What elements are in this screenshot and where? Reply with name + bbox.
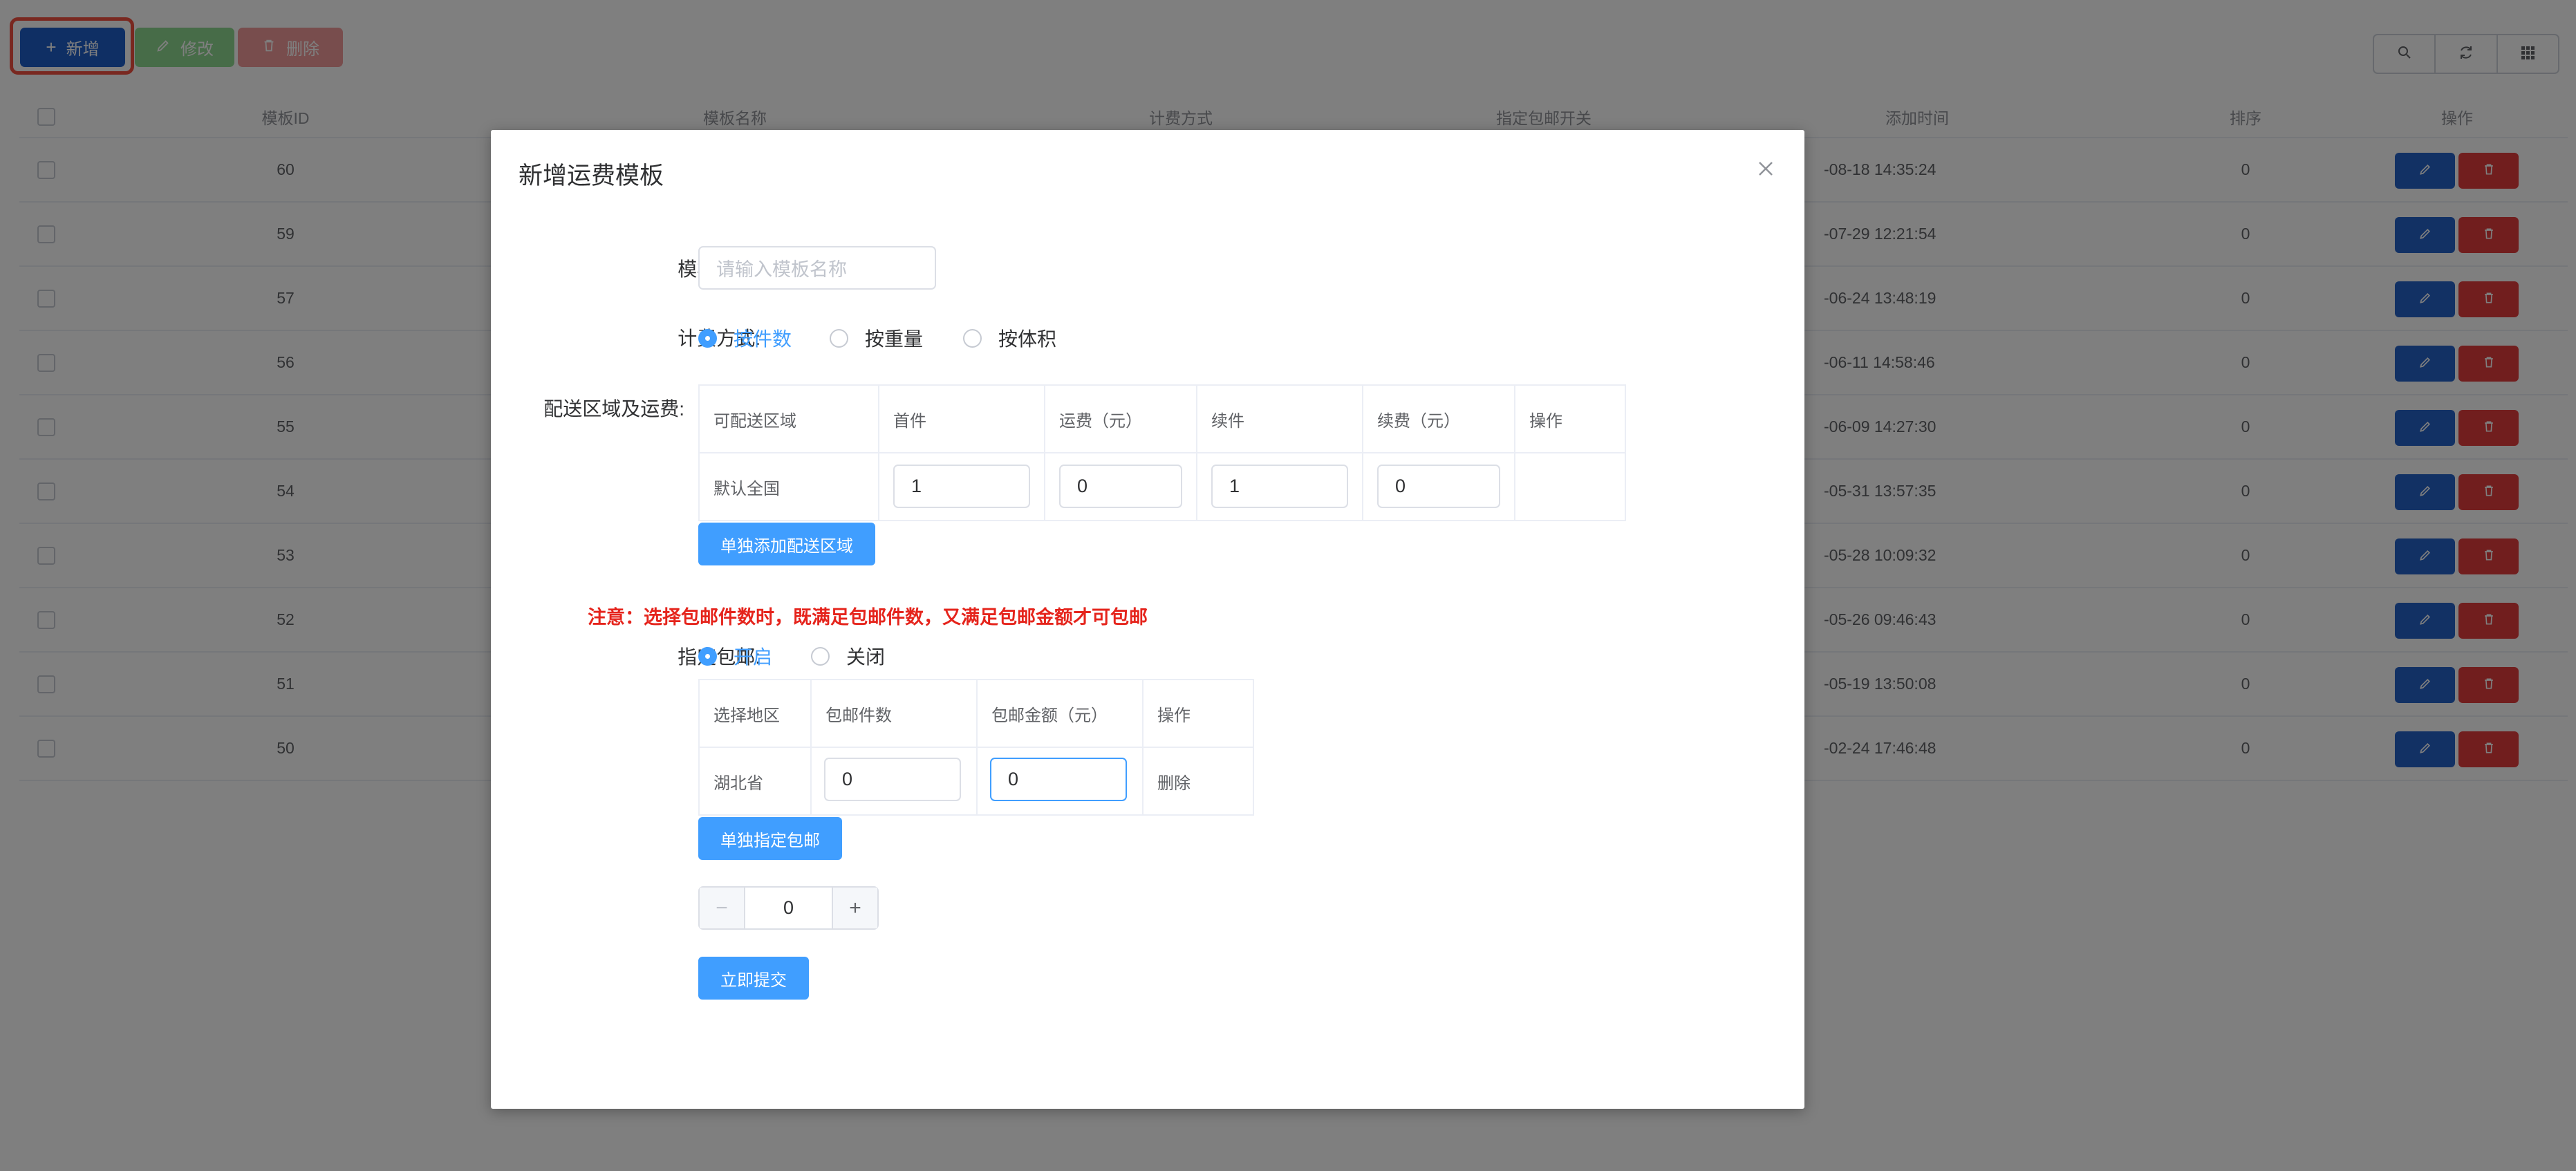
radio-icon bbox=[963, 328, 982, 348]
free-shipping-on-option[interactable]: 开启 bbox=[698, 642, 772, 670]
free-header-region: 选择地区 bbox=[698, 679, 812, 748]
template-name-input[interactable]: 请输入模板名称 bbox=[698, 246, 936, 290]
sort-value[interactable]: 0 bbox=[745, 888, 832, 928]
free-header-amount: 包邮金额（元） bbox=[976, 679, 1144, 748]
free-shipping-off-option[interactable]: 关闭 bbox=[811, 642, 885, 670]
area-header-extra: 续件 bbox=[1196, 384, 1363, 453]
add-delivery-area-button[interactable]: 单独添加配送区域 bbox=[698, 523, 875, 565]
billing-option-label: 按体积 bbox=[998, 328, 1057, 350]
submit-button[interactable]: 立即提交 bbox=[698, 957, 809, 1000]
free-delete-link[interactable]: 删除 bbox=[1142, 747, 1254, 816]
page: + 新增 修改 删除 bbox=[0, 0, 2576, 1171]
dialog-title: 新增运费模板 bbox=[519, 162, 664, 189]
area-header-first-fee: 运费（元） bbox=[1044, 384, 1197, 453]
area-action-cell bbox=[1514, 452, 1626, 521]
sort-stepper: − 0 + bbox=[698, 886, 879, 930]
free-shipping-notice: 注意：选择包邮件数时，既满足包邮件数，又满足包邮金额才可包邮 bbox=[588, 607, 1148, 628]
free-region-cell: 湖北省 bbox=[698, 747, 812, 816]
extra-count-input[interactable]: 1 bbox=[1211, 465, 1348, 508]
area-header-first: 首件 bbox=[878, 384, 1045, 453]
free-shipping-option-label: 关闭 bbox=[846, 646, 886, 668]
billing-option-by-weight[interactable]: 按重量 bbox=[830, 324, 923, 352]
extra-fee-input[interactable]: 0 bbox=[1377, 465, 1500, 508]
billing-option-label: 按件数 bbox=[734, 328, 792, 350]
free-amount-input[interactable]: 0 bbox=[990, 758, 1127, 801]
close-icon[interactable] bbox=[1753, 156, 1778, 181]
radio-icon bbox=[811, 646, 830, 666]
first-count-input[interactable]: 1 bbox=[893, 465, 1030, 508]
billing-option-label: 按重量 bbox=[865, 328, 924, 350]
decrement-icon[interactable]: − bbox=[700, 888, 745, 928]
delivery-area-label: 配送区域及运费: bbox=[543, 398, 684, 420]
increment-icon[interactable]: + bbox=[832, 888, 877, 928]
radio-icon bbox=[698, 328, 717, 348]
area-header-region: 可配送区域 bbox=[698, 384, 879, 453]
billing-option-by-count[interactable]: 按件数 bbox=[698, 324, 792, 352]
radio-icon bbox=[698, 646, 717, 666]
free-header-action: 操作 bbox=[1142, 679, 1254, 748]
first-fee-input[interactable]: 0 bbox=[1059, 465, 1182, 508]
area-region-cell: 默认全国 bbox=[698, 452, 879, 521]
add-free-shipping-button[interactable]: 单独指定包邮 bbox=[698, 817, 842, 860]
radio-icon bbox=[830, 328, 848, 348]
billing-option-by-volume[interactable]: 按体积 bbox=[963, 324, 1056, 352]
free-shipping-option-label: 开启 bbox=[734, 646, 773, 668]
free-count-input[interactable]: 0 bbox=[824, 758, 961, 801]
area-header-extra-fee: 续费（元） bbox=[1362, 384, 1515, 453]
add-template-dialog: 新增运费模板 模板名称: 请输入模板名称 计费方式: 按件数 按重量 按体积 配… bbox=[491, 130, 1804, 1109]
area-header-action: 操作 bbox=[1514, 384, 1626, 453]
free-header-count: 包邮件数 bbox=[810, 679, 978, 748]
